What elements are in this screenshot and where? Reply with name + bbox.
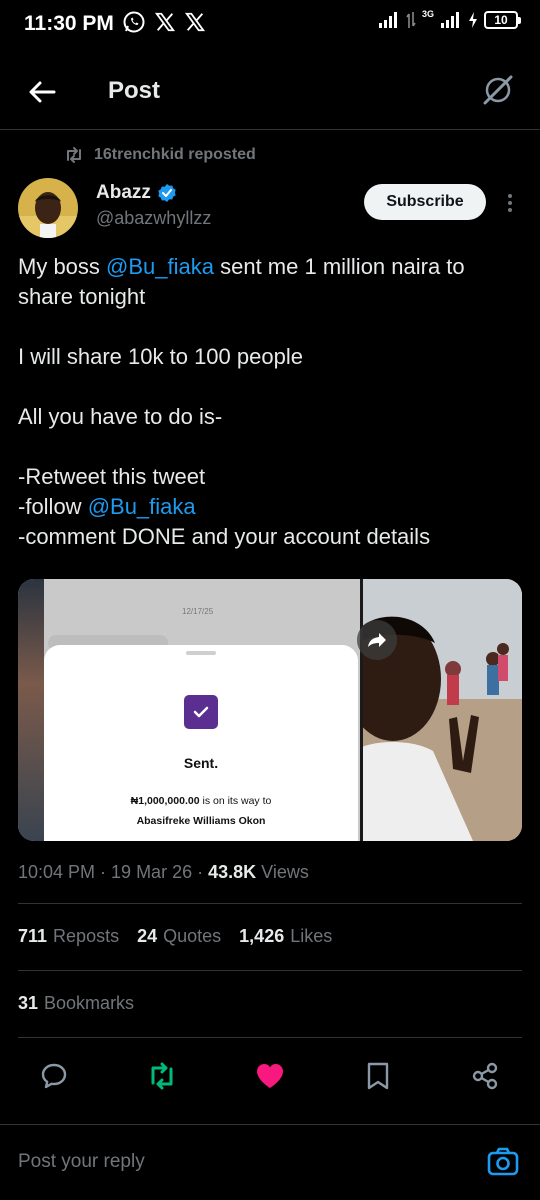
avatar-image	[18, 178, 78, 238]
receipt-recipient: Abasifreke Williams Okon	[136, 815, 266, 827]
reply-button[interactable]	[36, 1058, 72, 1094]
arrow-left-icon	[29, 81, 56, 103]
divider	[18, 970, 522, 971]
media-image-receipt[interactable]: 12/17/25 Sent. ₦1,000,000.00 is on its w…	[18, 579, 360, 841]
post-line: I will share 10k to 100 people	[18, 344, 303, 369]
check-icon	[184, 695, 218, 729]
like-button[interactable]	[252, 1058, 288, 1094]
reposts-label: Reposts	[53, 926, 120, 946]
post-meta: 10:04 PM · 19 Mar 26 · 43.8K Views	[18, 862, 309, 883]
post-line: All you have to do is-	[18, 404, 223, 429]
data-arrows-icon	[406, 12, 416, 28]
post-header: Post	[0, 60, 540, 130]
whatsapp-icon	[123, 11, 145, 33]
repost-icon	[67, 147, 81, 163]
verified-badge-icon	[158, 184, 176, 202]
post-line: My boss @Bu_fiaka sent me 1 million nair…	[18, 252, 522, 312]
reposts-count: 711	[18, 926, 48, 946]
system-icons: 3G 10	[378, 9, 521, 30]
likes-stat[interactable]: 1,426 Likes	[239, 926, 332, 947]
author-display-name: Abazz	[96, 182, 151, 203]
reply-icon	[41, 1063, 67, 1089]
post-media[interactable]: 12/17/25 Sent. ₦1,000,000.00 is on its w…	[18, 579, 522, 841]
mention-link[interactable]: @Bu_fiaka	[88, 494, 196, 519]
x-logo-icon	[184, 12, 206, 32]
share-icon	[472, 1062, 498, 1090]
quotes-stat[interactable]: 24 Quotes	[137, 926, 221, 947]
divider	[18, 1037, 522, 1038]
likes-count: 1,426	[239, 926, 285, 946]
status-time: 11:30 PM	[24, 12, 114, 35]
text-run: -follow	[18, 494, 88, 519]
divider	[18, 903, 522, 904]
reposts-stat[interactable]: 711 Reposts	[18, 926, 119, 947]
media-share-button[interactable]	[357, 620, 397, 660]
battery-level: 10	[494, 13, 508, 27]
avatar[interactable]	[18, 178, 78, 238]
grok-button[interactable]	[480, 72, 520, 112]
receipt-status: Sent.	[183, 755, 219, 771]
repost-indicator[interactable]: 16trenchkid reposted	[64, 146, 256, 164]
repost-button[interactable]	[144, 1058, 180, 1094]
share-arrow-icon	[368, 633, 386, 647]
post-line: -Retweet this tweet	[18, 464, 206, 489]
page-title: Post	[108, 77, 161, 104]
share-button[interactable]	[467, 1058, 503, 1094]
like-icon	[257, 1064, 283, 1088]
bookmarks-stat[interactable]: 31 Bookmarks	[18, 993, 134, 1014]
more-dot	[508, 201, 512, 205]
bookmark-button[interactable]	[360, 1058, 396, 1094]
notification-icons	[122, 10, 206, 34]
receipt-amount: ₦1,000,000.00	[130, 795, 200, 807]
receipt-card: Sent. ₦1,000,000.00 is on its way to Aba…	[44, 645, 358, 841]
repost-icon	[151, 1062, 173, 1090]
x-logo-icon	[154, 12, 176, 32]
post-line: -follow @Bu_fiaka	[18, 492, 522, 522]
camera-button[interactable]	[486, 1145, 520, 1179]
receipt-date: 12/17/25	[182, 607, 214, 616]
likes-label: Likes	[290, 926, 333, 946]
text-run: My boss	[18, 254, 107, 279]
blurred-background	[18, 579, 44, 841]
quotes-label: Quotes	[163, 926, 222, 946]
battery-icon: 10	[484, 11, 521, 29]
media-image-selfie[interactable]	[363, 579, 522, 841]
status-bar: 11:30 PM 3G 10	[0, 0, 540, 50]
post-timestamp: 10:04 PM · 19 Mar 26 ·	[18, 862, 209, 882]
post-text: My boss @Bu_fiaka sent me 1 million nair…	[18, 252, 522, 552]
quotes-count: 24	[137, 926, 158, 946]
engagement-stats: 711 Reposts 24 Quotes 1,426 Likes	[18, 926, 332, 947]
sheet-handle	[186, 651, 216, 655]
more-dot	[508, 194, 512, 198]
selfie-photo	[363, 579, 522, 841]
reply-input[interactable]	[18, 1151, 458, 1173]
bookmark-icon	[367, 1062, 389, 1090]
subscribe-button[interactable]: Subscribe	[364, 184, 486, 220]
post-line: -comment DONE and your account details	[18, 524, 431, 549]
grok-icon	[483, 75, 513, 105]
camera-icon	[487, 1147, 519, 1176]
mention-link[interactable]: @Bu_fiaka	[106, 254, 214, 279]
views-count: 43.8K	[208, 862, 257, 882]
charging-icon	[469, 12, 477, 28]
more-options-button[interactable]	[498, 188, 522, 218]
bookmarks-label: Bookmarks	[44, 993, 135, 1013]
signal-icon	[378, 12, 397, 28]
bookmarks-count: 31	[18, 993, 39, 1013]
back-button[interactable]	[24, 74, 64, 114]
receipt-amount-suffix: is on its way to	[199, 795, 272, 807]
author-name[interactable]: Abazz	[96, 182, 177, 204]
repost-label: 16trenchkid reposted	[94, 146, 256, 163]
more-dot	[508, 208, 512, 212]
author-handle[interactable]: @abazwhyllzz	[96, 208, 211, 229]
action-bar	[0, 1052, 540, 1100]
reply-bar	[0, 1124, 540, 1200]
views-label: Views	[256, 862, 309, 882]
receipt-amount-line: ₦1,000,000.00 is on its way to	[44, 795, 358, 807]
signal-icon	[441, 12, 459, 28]
network-type-label: 3G	[421, 9, 434, 19]
